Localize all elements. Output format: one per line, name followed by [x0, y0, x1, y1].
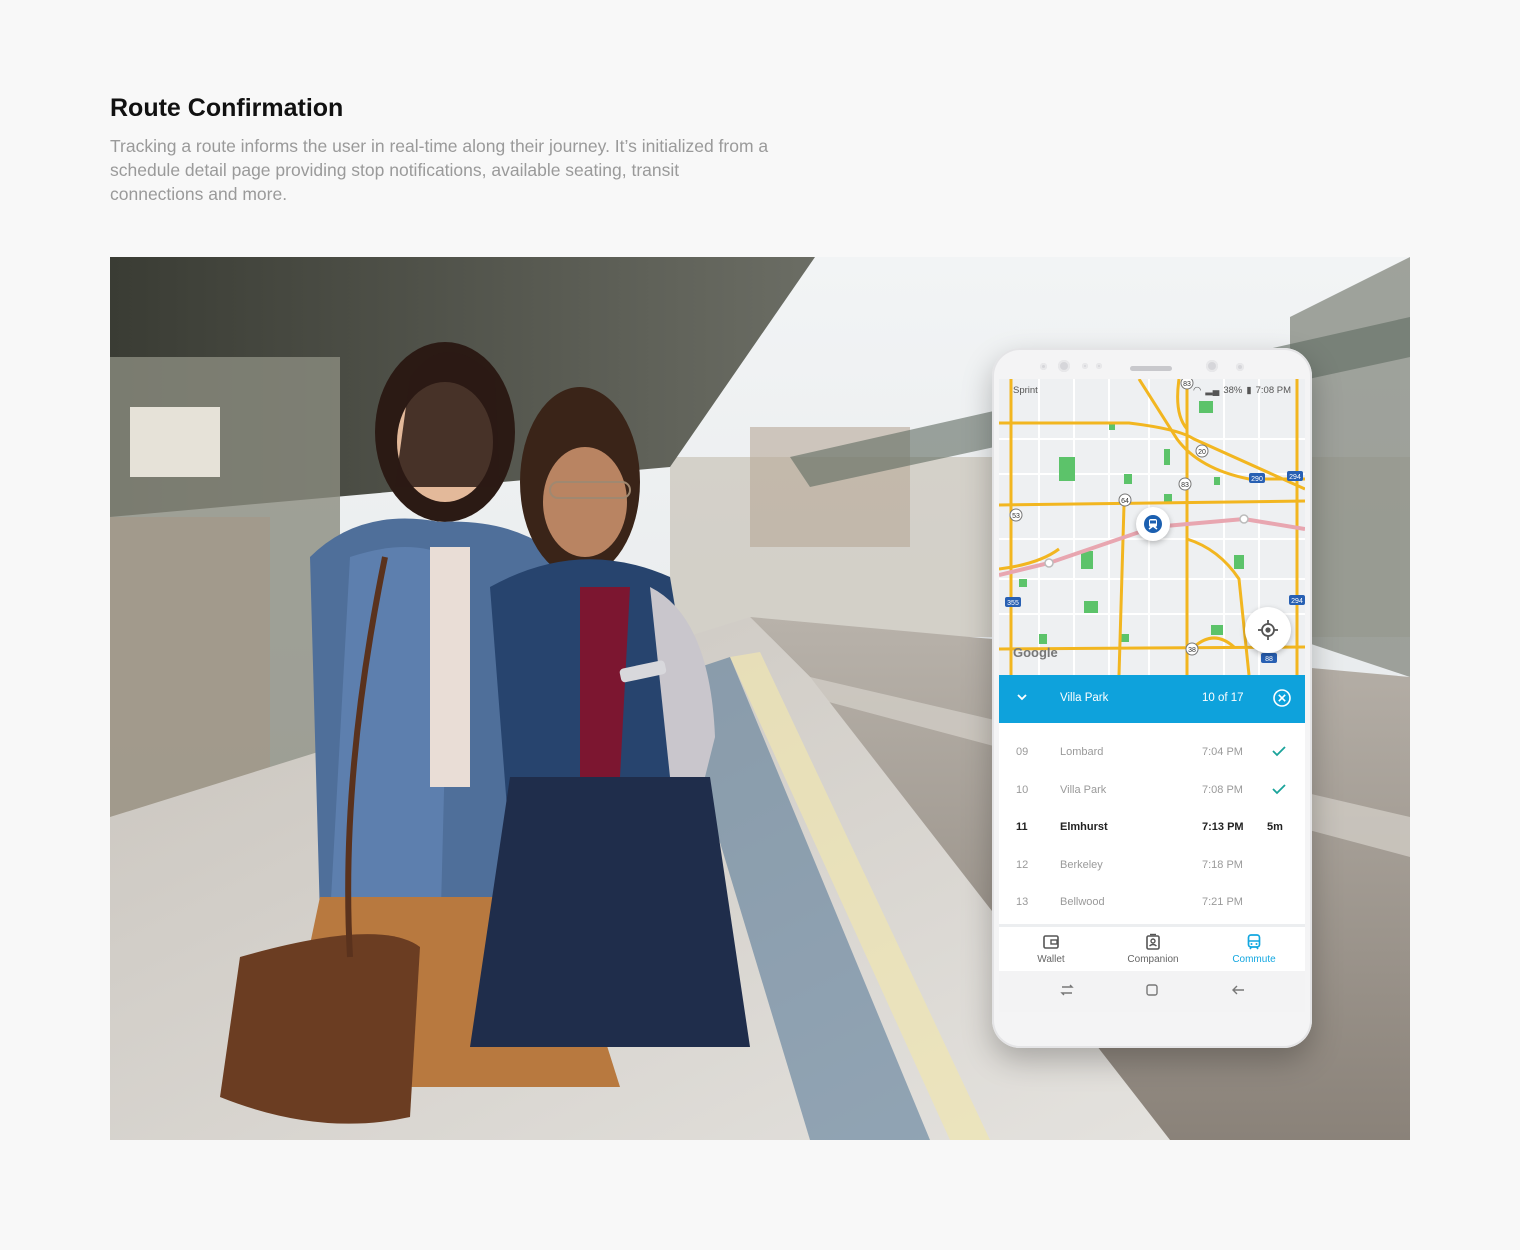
nav-commute[interactable]: Commute: [1204, 933, 1304, 965]
phone-mockup: 83 20 290 294 64 83 53 355 294 38 88 Spr: [992, 348, 1312, 1048]
collapse-button[interactable]: [1015, 690, 1029, 707]
section-description: Tracking a route informs the user in rea…: [110, 136, 769, 204]
route-tracking-bar[interactable]: Villa Park 10 of 17: [999, 675, 1305, 723]
front-camera: [1058, 360, 1070, 372]
stop-time: 7:13 PM: [1202, 821, 1244, 833]
phone-screen: 83 20 290 294 64 83 53 355 294 38 88 Spr: [999, 379, 1305, 1012]
hero-photo: 83 20 290 294 64 83 53 355 294 38 88 Spr: [110, 257, 1410, 1140]
back-arrow-icon: [1232, 985, 1244, 995]
stop-number: 12: [1016, 858, 1029, 871]
stop-row[interactable]: 10 Villa Park 7:08 PM: [999, 772, 1305, 810]
nav-wallet-label: Wallet: [1037, 954, 1065, 965]
battery-icon: ▮: [1246, 385, 1252, 396]
bottom-navigation: Wallet Companion Commute: [999, 927, 1305, 971]
iris-sensor: [1206, 360, 1218, 372]
status-bar: Sprint ◠ ▂▄ 38% ▮ 7:08 PM: [999, 379, 1305, 399]
chevron-down-icon: [1017, 694, 1027, 701]
sensor-dot: [1236, 363, 1244, 371]
nav-companion-label: Companion: [1127, 954, 1179, 965]
nav-wallet[interactable]: Wallet: [1001, 933, 1101, 965]
check-icon: [1271, 744, 1287, 761]
train-icon: [1247, 934, 1261, 950]
recent-apps-button[interactable]: [1059, 983, 1075, 1002]
svg-text:355: 355: [1007, 600, 1019, 607]
home-icon: [1146, 984, 1158, 996]
stop-time: 7:08 PM: [1202, 783, 1243, 796]
stop-time: 7:18 PM: [1202, 858, 1243, 871]
carrier-label: Sprint: [1013, 385, 1038, 396]
svg-text:20: 20: [1198, 449, 1206, 456]
stop-row[interactable]: 09 Lombard 7:04 PM: [999, 734, 1305, 772]
stop-time: 7:21 PM: [1202, 896, 1243, 908]
section-title: Route Confirmation: [110, 94, 344, 122]
train-icon: [1144, 515, 1162, 533]
stop-name: Lombard: [1060, 746, 1104, 758]
current-stop-name: Villa Park: [1060, 692, 1109, 704]
svg-text:53: 53: [1012, 513, 1020, 520]
home-button[interactable]: [1145, 983, 1159, 1002]
nav-commute-label: Commute: [1232, 954, 1276, 965]
wallet-icon: [1043, 935, 1059, 949]
stop-row[interactable]: 12 Berkeley 7:18 PM: [999, 847, 1305, 885]
stop-eta: 5m: [1267, 821, 1283, 833]
stop-name: Villa Park: [1060, 783, 1107, 796]
stop-name: Berkeley: [1060, 858, 1103, 871]
stop-name: Elmhurst: [1060, 821, 1108, 833]
svg-text:64: 64: [1121, 498, 1129, 505]
svg-text:83: 83: [1181, 482, 1189, 489]
map-attribution: Google: [1013, 645, 1058, 660]
stop-number: 09: [1016, 746, 1029, 758]
stop-row[interactable]: 13 Bellwood 7:21 PM: [999, 884, 1305, 922]
system-navigation-bar: [999, 971, 1305, 1012]
stop-progress: 10 of 17: [1202, 692, 1244, 704]
stop-row-current[interactable]: 11 Elmhurst 7:13 PM 5m: [999, 809, 1305, 847]
stop-number: 13: [1016, 896, 1029, 908]
train-location-marker[interactable]: [1136, 507, 1170, 541]
stop-number: 11: [1016, 821, 1028, 833]
crosshair-icon: [1258, 620, 1278, 640]
stop-name: Bellwood: [1060, 896, 1105, 908]
svg-text:294: 294: [1291, 598, 1303, 605]
sensor-dot: [1040, 363, 1047, 370]
companion-icon: [1146, 933, 1160, 950]
battery-percent: 38%: [1223, 385, 1243, 396]
end-tracking-button[interactable]: [1272, 688, 1292, 711]
back-button[interactable]: [1230, 983, 1246, 1002]
nav-companion[interactable]: Companion: [1103, 933, 1203, 965]
clock: 7:08 PM: [1255, 385, 1291, 396]
signal-icon: ▂▄: [1205, 385, 1220, 396]
svg-text:294: 294: [1289, 474, 1301, 481]
sensor-dot: [1096, 363, 1102, 369]
stop-time: 7:04 PM: [1202, 746, 1243, 758]
map-view[interactable]: 83 20 290 294 64 83 53 355 294 38 88 Spr: [999, 379, 1305, 676]
stop-list: 09 Lombard 7:04 PM 10 Villa Park 7:08 PM: [999, 734, 1305, 922]
earpiece: [1130, 366, 1172, 371]
sensor-dot: [1082, 363, 1088, 369]
svg-text:88: 88: [1265, 656, 1273, 663]
close-circle-icon: [1273, 689, 1291, 707]
stop-number: 10: [1016, 783, 1029, 796]
wifi-icon: ◠: [1193, 385, 1202, 396]
svg-text:290: 290: [1251, 476, 1263, 483]
recent-apps-icon: [1060, 984, 1074, 996]
check-icon: [1271, 782, 1287, 799]
svg-text:38: 38: [1188, 647, 1196, 654]
my-location-button[interactable]: [1245, 607, 1291, 653]
